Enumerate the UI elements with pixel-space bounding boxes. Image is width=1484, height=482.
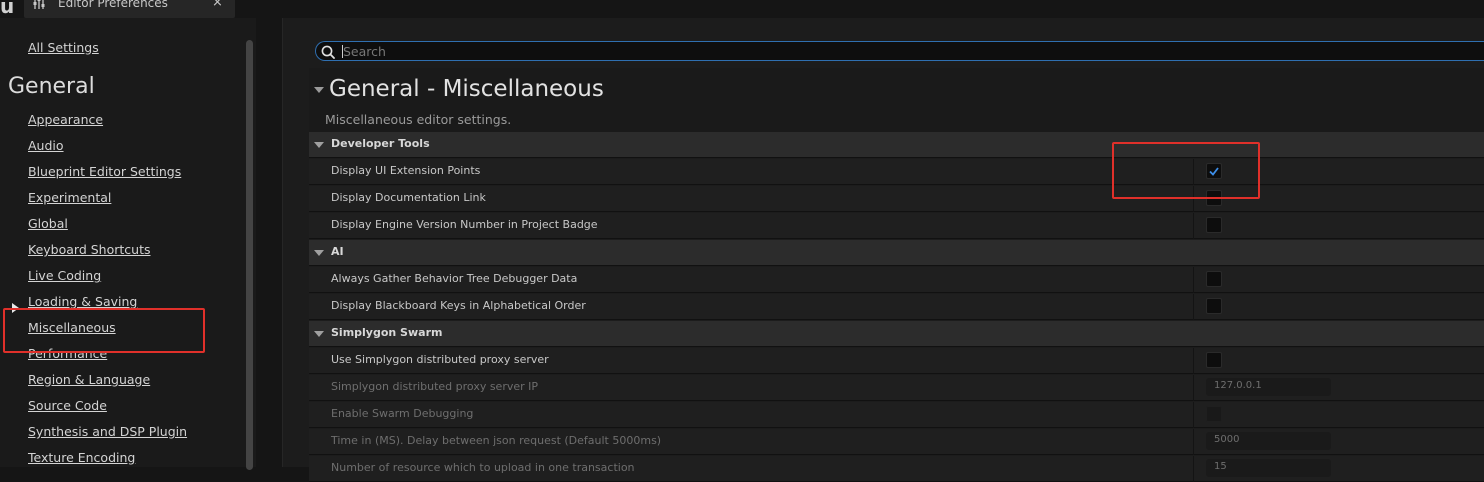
unreal-logo: u (0, 0, 15, 18)
checkbox (1206, 406, 1222, 422)
property-row: Use Simplygon distributed proxy server (309, 348, 1484, 374)
column-divider[interactable] (1193, 429, 1194, 455)
sidebar-all-settings-link[interactable]: All Settings (28, 40, 99, 56)
column-divider[interactable] (1193, 402, 1194, 428)
category-simplygon-swarm[interactable]: Simplygon Swarm (309, 321, 1484, 347)
column-divider[interactable] (1193, 267, 1194, 293)
tab-editor-preferences[interactable]: Editor Preferences × (24, 0, 235, 18)
sidebar-item-miscellaneous[interactable]: Miscellaneous (28, 320, 116, 336)
column-divider[interactable] (1193, 159, 1194, 185)
pane-gap (256, 18, 283, 467)
column-divider[interactable] (1193, 456, 1194, 482)
sidebar-item-source-code[interactable]: Source Code (28, 398, 107, 414)
checkbox-checked[interactable] (1206, 163, 1222, 179)
checkbox[interactable] (1206, 271, 1222, 287)
property-row: Display Blackboard Keys in Alphabetical … (309, 294, 1484, 320)
sidebar-item-region-and-language[interactable]: Region & Language (28, 372, 150, 388)
property-label: Display Documentation Link (331, 191, 486, 204)
tab-title: Editor Preferences (58, 0, 168, 10)
property-row: Display Documentation Link (309, 186, 1484, 212)
sidebar-section-heading: General (8, 74, 95, 99)
checkbox[interactable] (1206, 190, 1222, 206)
collapse-arrow-icon[interactable] (314, 331, 324, 337)
section-description: Miscellaneous editor settings. (325, 112, 512, 127)
property-label: Display UI Extension Points (331, 164, 481, 177)
column-divider[interactable] (1193, 375, 1194, 401)
sidebar-item-performance[interactable]: Performance (28, 346, 107, 362)
sidebar-item-texture-encoding[interactable]: Texture Encoding (28, 450, 135, 466)
value-input: 15 (1206, 459, 1331, 477)
sliders-icon (32, 0, 46, 10)
property-label: Display Engine Version Number in Project… (331, 218, 598, 231)
search-input[interactable] (343, 42, 1443, 60)
property-row: Simplygon distributed proxy server IP 127… (309, 375, 1484, 401)
selected-arrow-icon (12, 303, 19, 313)
sidebar-item-live-coding[interactable]: Live Coding (28, 268, 101, 284)
property-label: Enable Swarm Debugging (331, 407, 474, 420)
collapse-arrow-icon[interactable] (314, 142, 324, 148)
sidebar-item-loading-and-saving[interactable]: Loading & Saving (28, 294, 137, 310)
sidebar-item-global[interactable]: Global (28, 216, 68, 232)
property-row: Display UI Extension Points (309, 159, 1484, 185)
property-label: Number of resource which to upload in on… (331, 461, 635, 474)
sidebar-item-appearance[interactable]: Appearance (28, 112, 103, 128)
sidebar-item-blueprint-editor-settings[interactable]: Blueprint Editor Settings (28, 164, 181, 180)
property-label: Display Blackboard Keys in Alphabetical … (331, 299, 586, 312)
section-title: General - Miscellaneous (329, 76, 604, 102)
property-label: Use Simplygon distributed proxy server (331, 353, 549, 366)
search-box[interactable] (315, 41, 1484, 61)
column-divider[interactable] (1193, 213, 1194, 239)
property-label: Time in (MS). Delay between json request… (331, 434, 662, 447)
sidebar-item-audio[interactable]: Audio (28, 138, 64, 154)
column-divider[interactable] (1193, 348, 1194, 374)
category-developer-tools[interactable]: Developer Tools (309, 132, 1484, 158)
column-divider[interactable] (1193, 186, 1194, 212)
category-ai[interactable]: AI (309, 240, 1484, 266)
checkbox[interactable] (1206, 352, 1222, 368)
property-row: Time in (MS). Delay between json request… (309, 429, 1484, 455)
sidebar-item-experimental[interactable]: Experimental (28, 190, 111, 206)
category-label: Developer Tools (331, 137, 430, 150)
value-input: 5000 (1206, 432, 1331, 450)
property-row: Enable Swarm Debugging (309, 402, 1484, 428)
value-input: 127.0.0.1 (1206, 378, 1331, 396)
sidebar-item-keyboard-shortcuts[interactable]: Keyboard Shortcuts (28, 242, 151, 258)
property-label: Simplygon distributed proxy server IP (331, 380, 539, 393)
column-divider[interactable] (1193, 294, 1194, 320)
property-row: Display Engine Version Number in Project… (309, 213, 1484, 239)
checkbox[interactable] (1206, 298, 1222, 314)
sidebar-item-synthesis-and-dsp-plugin[interactable]: Synthesis and DSP Plugin (28, 424, 187, 440)
property-row: Number of resource which to upload in on… (309, 456, 1484, 482)
checkbox[interactable] (1206, 217, 1222, 233)
title-bar: u Editor Preferences × (0, 0, 1484, 18)
close-icon[interactable]: × (212, 0, 223, 10)
category-label: AI (331, 245, 344, 258)
category-label: Simplygon Swarm (331, 326, 443, 339)
search-icon (321, 44, 335, 59)
section-collapse-arrow-icon[interactable] (314, 87, 324, 93)
collapse-arrow-icon[interactable] (314, 250, 324, 256)
property-row: Always Gather Behavior Tree Debugger Dat… (309, 267, 1484, 293)
property-label: Always Gather Behavior Tree Debugger Dat… (331, 272, 578, 285)
sidebar-scrollbar[interactable] (246, 40, 253, 470)
